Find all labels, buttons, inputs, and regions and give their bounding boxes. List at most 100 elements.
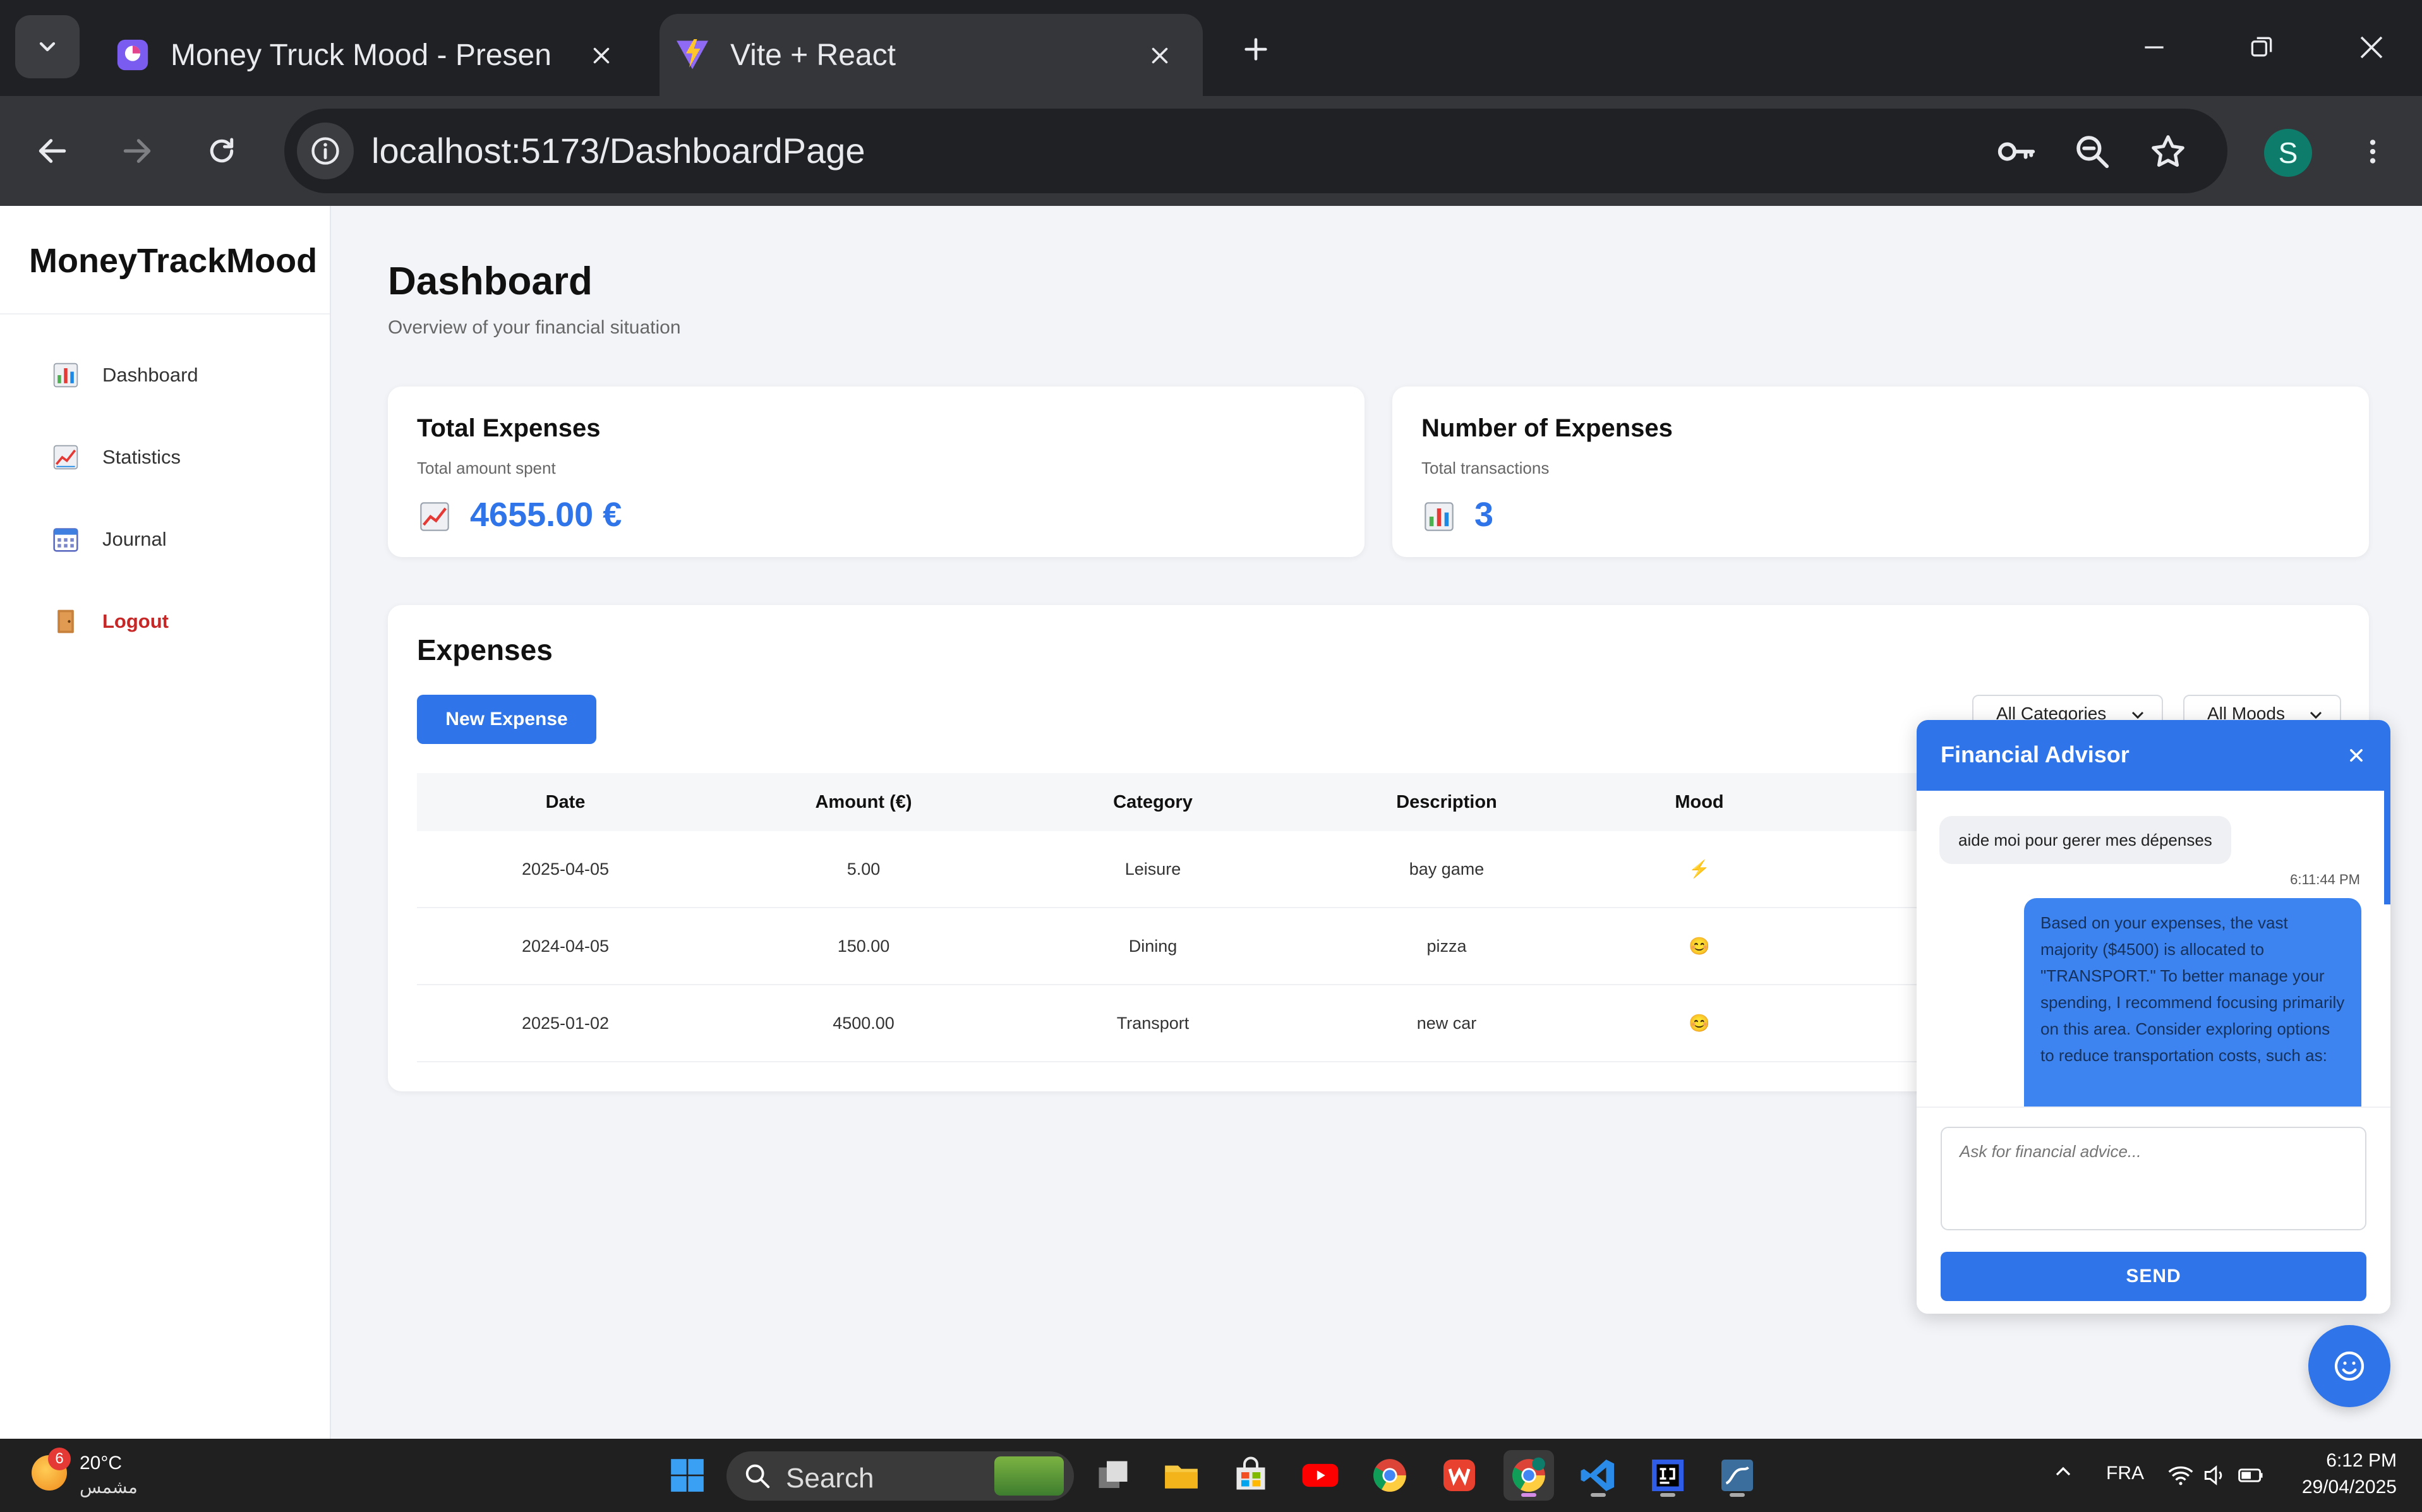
show-hidden-icons-button[interactable]	[2051, 1459, 2076, 1489]
sidebar-item-logout[interactable]: Logout	[51, 596, 316, 647]
calendar-icon	[51, 524, 81, 555]
tab-title: Money Truck Mood - Presentati	[171, 38, 550, 72]
battery-icon[interactable]	[2236, 1461, 2265, 1494]
chat-close-button[interactable]	[2341, 740, 2371, 771]
browser-tabstrip: Money Truck Mood - Presentati Vite + Rea…	[0, 0, 2422, 96]
column-header-amount: Amount (€)	[815, 791, 912, 812]
tab-vite-react[interactable]: Vite + React	[660, 14, 1203, 96]
address-bar[interactable]: localhost:5173/DashboardPage	[284, 109, 2227, 193]
youtube-icon[interactable]	[1295, 1450, 1346, 1501]
app-brand: MoneyTrackMood	[29, 242, 318, 280]
chrome-profile-icon[interactable]	[1503, 1450, 1554, 1501]
sidebar: MoneyTrackMood Dashboard Statistics Jour…	[0, 206, 331, 1439]
site-info-icon[interactable]	[297, 123, 354, 179]
weather-description[interactable]: مشمس	[80, 1477, 138, 1497]
sidebar-item-label: Journal	[102, 528, 167, 550]
card-title: Number of Expenses	[1421, 414, 1673, 442]
password-key-icon[interactable]	[1991, 126, 2042, 177]
new-expense-button[interactable]: New Expense	[417, 695, 596, 744]
page-subtitle: Overview of your financial situation	[388, 317, 681, 338]
close-tab-icon[interactable]	[584, 38, 619, 73]
close-window-button[interactable]	[2340, 19, 2403, 76]
bar-chart-icon	[51, 360, 81, 390]
reload-button[interactable]	[193, 123, 250, 179]
more-vertical-icon	[2370, 140, 2376, 164]
task-view-icon[interactable]	[1088, 1450, 1138, 1501]
restore-button[interactable]	[2230, 19, 2293, 76]
running-indicator	[1660, 1493, 1675, 1497]
vscode-icon[interactable]	[1573, 1450, 1624, 1501]
new-tab-button[interactable]	[1232, 25, 1280, 73]
microsoft-store-icon[interactable]	[1226, 1450, 1276, 1501]
search-label: Search	[786, 1463, 874, 1494]
tab-presentation[interactable]: Money Truck Mood - Presentati	[101, 14, 644, 96]
restore-icon	[2251, 37, 2272, 57]
zoom-icon[interactable]	[2067, 126, 2118, 177]
chat-input[interactable]	[1941, 1127, 2366, 1230]
card-subtitle: Total transactions	[1421, 459, 1550, 477]
column-header-category: Category	[1113, 791, 1193, 812]
weather-temperature[interactable]: 20°C	[80, 1453, 122, 1474]
vite-logo-icon	[672, 35, 713, 75]
windows-start-icon[interactable]	[662, 1450, 713, 1501]
weather-badge: 6	[48, 1448, 71, 1470]
chat-toggle-button[interactable]	[2308, 1325, 2390, 1407]
column-header-mood: Mood	[1675, 791, 1724, 812]
clock-date[interactable]: 29/04/2025	[2302, 1477, 2397, 1498]
sidebar-item-dashboard[interactable]: Dashboard	[51, 350, 316, 400]
mysql-workbench-icon[interactable]	[1712, 1450, 1762, 1501]
trend-chart-icon	[51, 442, 81, 472]
chat-messages[interactable]: aide moi pour gerer mes dépenses 6:11:44…	[1917, 791, 2390, 1107]
card-subtitle: Total amount spent	[417, 459, 556, 477]
volume-icon[interactable]	[2201, 1461, 2229, 1494]
reload-icon	[210, 138, 234, 163]
sidebar-item-label: Statistics	[102, 446, 181, 468]
close-icon	[2360, 36, 2383, 59]
minimize-button[interactable]	[2123, 19, 2186, 76]
cell-category: Transport	[1116, 1013, 1190, 1033]
cell-mood-smile-icon: 😊	[1689, 937, 1710, 956]
presentation-app-icon	[112, 35, 153, 75]
close-tab-icon[interactable]	[1142, 38, 1178, 73]
input-language[interactable]: FRA	[2106, 1463, 2144, 1484]
tab-search-button[interactable]	[15, 15, 80, 78]
wifi-icon[interactable]	[2167, 1461, 2195, 1494]
taskbar-search[interactable]: Search	[726, 1451, 1074, 1501]
user-message: aide moi pour gerer mes dépenses	[1939, 816, 2231, 864]
sidebar-item-statistics[interactable]: Statistics	[51, 432, 316, 483]
search-icon	[745, 1464, 770, 1489]
profile-avatar[interactable]: S	[2264, 129, 2312, 177]
windows-taskbar: 6 20°C مشمس Search FRA 6:12 PM 29/04/202…	[0, 1439, 2422, 1512]
running-indicator	[1591, 1493, 1606, 1497]
file-explorer-icon[interactable]	[1156, 1450, 1207, 1501]
number-of-expenses-card: Number of Expenses Total transactions 3	[1392, 387, 2369, 557]
sidebar-item-journal[interactable]: Journal	[51, 514, 316, 565]
bookmark-star-icon[interactable]	[2143, 126, 2193, 177]
back-button[interactable]	[24, 123, 81, 179]
card-title: Total Expenses	[417, 414, 601, 442]
intellij-icon[interactable]	[1642, 1450, 1693, 1501]
wps-office-icon[interactable]	[1434, 1450, 1485, 1501]
running-indicator	[1521, 1493, 1536, 1497]
chrome-icon[interactable]	[1365, 1450, 1415, 1501]
plus-icon	[1244, 38, 1267, 61]
cell-mood-lightning-icon: ⚡	[1689, 860, 1710, 879]
chat-header: Financial Advisor	[1917, 720, 2390, 791]
cell-date: 2025-01-02	[521, 1013, 610, 1033]
chevron-down-icon	[39, 42, 56, 52]
bar-chart-icon	[1421, 499, 1457, 534]
browser-menu-button[interactable]	[2347, 126, 2398, 177]
forward-button[interactable]	[109, 123, 166, 179]
url-text[interactable]: localhost:5173/DashboardPage	[371, 130, 865, 171]
number-of-expenses-value: 3	[1474, 496, 1494, 534]
sidebar-item-label: Logout	[102, 610, 169, 632]
chat-scrollbar[interactable]	[2384, 791, 2390, 904]
cell-mood-smile-icon: 😊	[1689, 1014, 1710, 1033]
search-highlight-image	[994, 1456, 1064, 1496]
divider	[0, 313, 330, 315]
browser-toolbar: localhost:5173/DashboardPage S	[0, 96, 2422, 206]
send-button[interactable]: SEND	[1941, 1252, 2366, 1301]
expenses-title: Expenses	[417, 633, 553, 666]
clock-time[interactable]: 6:12 PM	[2326, 1450, 2397, 1472]
cell-category: Dining	[1128, 936, 1178, 956]
